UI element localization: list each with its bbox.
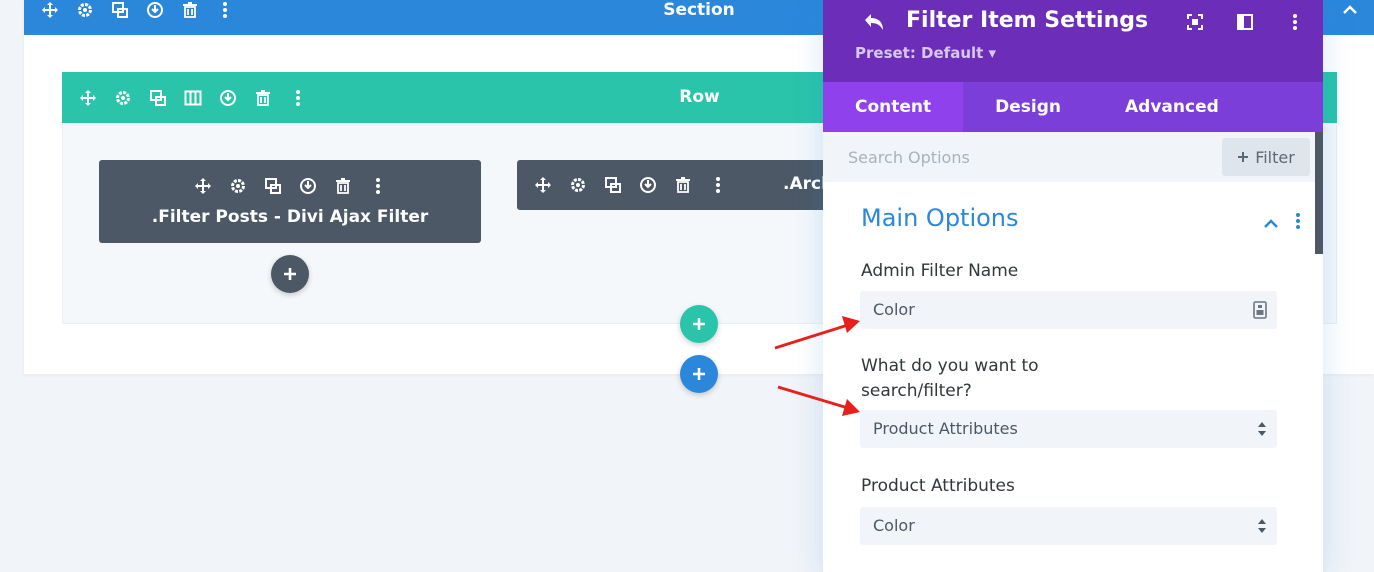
search-filter-type-select[interactable]: Product Attributes: [860, 410, 1277, 448]
add-module-button[interactable]: [271, 255, 309, 293]
options-group-controls: [1263, 212, 1301, 234]
more-icon[interactable]: [1285, 12, 1305, 32]
tab-design[interactable]: Design: [963, 82, 1093, 132]
more-icon[interactable]: [1295, 212, 1301, 234]
product-attributes-value: Color: [873, 516, 915, 535]
search-filter-type-label: What do you want to search/filter?: [861, 354, 1039, 404]
admin-filter-name-value: Color: [873, 300, 915, 319]
product-attributes-select[interactable]: Color: [860, 507, 1277, 545]
more-icon[interactable]: [708, 175, 728, 195]
module-filter-posts[interactable]: .Filter Posts - Divi Ajax Filter: [99, 160, 481, 243]
admin-filter-name-input[interactable]: Color: [860, 291, 1277, 329]
filter-button[interactable]: Filter: [1222, 138, 1310, 176]
trash-icon[interactable]: [673, 175, 693, 195]
search-options-input[interactable]: [848, 142, 1218, 172]
save-icon[interactable]: [298, 176, 318, 196]
select-arrows-icon: [1257, 517, 1267, 539]
module-archive[interactable]: .Arch: [517, 160, 837, 210]
fullscreen-icon[interactable]: [1185, 12, 1205, 32]
panel-scrollbar[interactable]: [1315, 132, 1323, 254]
settings-panel: Filter Item Settings Preset: Default ▾ C…: [823, 0, 1323, 572]
chevron-up-icon[interactable]: [1342, 0, 1358, 20]
panel-header-icons: [1185, 12, 1305, 32]
tab-advanced[interactable]: Advanced: [1093, 82, 1251, 132]
product-attributes-label: Product Attributes: [861, 476, 1015, 496]
gear-icon[interactable]: [228, 176, 248, 196]
gear-icon[interactable]: [568, 175, 588, 195]
search-options-bar: Filter: [823, 132, 1315, 182]
search-filter-type-value: Product Attributes: [873, 419, 1018, 438]
module-label: .Filter Posts - Divi Ajax Filter: [151, 207, 429, 227]
admin-filter-name-label: Admin Filter Name: [861, 261, 1019, 281]
add-section-button[interactable]: [680, 355, 718, 393]
save-icon[interactable]: [638, 175, 658, 195]
panel-header: Filter Item Settings Preset: Default ▾: [823, 0, 1323, 82]
duplicate-icon[interactable]: [263, 176, 283, 196]
filter-button-label: Filter: [1255, 147, 1295, 167]
panel-title: Filter Item Settings: [906, 8, 1149, 33]
move-icon[interactable]: [193, 176, 213, 196]
preset-selector[interactable]: Preset: Default ▾: [855, 44, 996, 62]
split-view-icon[interactable]: [1235, 12, 1255, 32]
add-row-button[interactable]: [680, 305, 718, 343]
module-toolbar: [533, 175, 728, 195]
panel-tabs: Content Design Advanced: [823, 82, 1323, 132]
module-toolbar: [99, 176, 481, 196]
options-group-title[interactable]: Main Options: [861, 204, 1019, 232]
plus-icon: [1238, 152, 1249, 162]
duplicate-icon[interactable]: [603, 175, 623, 195]
trash-icon[interactable]: [333, 176, 353, 196]
select-arrows-icon: [1257, 420, 1267, 442]
more-icon[interactable]: [368, 176, 388, 196]
tab-content[interactable]: Content: [823, 82, 964, 132]
search-filter-type-label-line2: search/filter?: [861, 381, 972, 401]
move-icon[interactable]: [533, 175, 553, 195]
undo-icon[interactable]: [861, 10, 887, 40]
search-filter-type-label-line1: What do you want to: [861, 356, 1039, 376]
dynamic-content-icon[interactable]: [1253, 301, 1267, 323]
chevron-up-icon[interactable]: [1263, 214, 1279, 233]
